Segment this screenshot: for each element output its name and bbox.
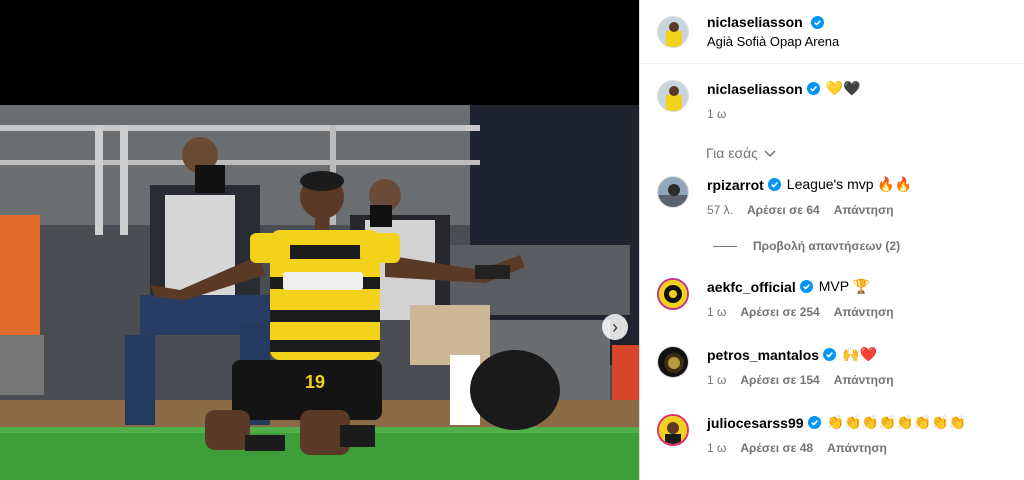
caption-author-username[interactable]: niclaseliasson: [707, 81, 803, 97]
view-replies-button[interactable]: Προβολή απαντήσεων (2): [713, 239, 900, 253]
commenter-avatar[interactable]: [657, 176, 689, 208]
post-header: niclaseliasson Agià Sofià Opap Arena: [640, 0, 1024, 64]
post-photo: 19: [0, 105, 639, 480]
comment-likes[interactable]: Αρέσει σε 154: [740, 373, 819, 387]
sort-label: Για εσάς: [706, 145, 758, 161]
svg-text:19: 19: [305, 372, 325, 392]
verified-badge-icon: [807, 416, 821, 429]
author-avatar[interactable]: [657, 15, 689, 48]
post-location[interactable]: Agià Sofià Opap Arena: [707, 34, 839, 49]
comment-time: 1 ω: [707, 373, 727, 387]
verified-badge-icon: [767, 178, 781, 191]
verified-badge-icon: [810, 16, 824, 29]
chevron-right-icon: ›: [612, 317, 618, 337]
caption-text: 💛🖤: [825, 80, 861, 96]
comment-time: 57 λ.: [707, 203, 734, 217]
comment-author[interactable]: rpizarrot: [707, 177, 764, 193]
comment-text: MVP 🏆: [818, 278, 871, 294]
comment-item: juliocesarss99 👏👏👏👏👏👏👏👏 1 ω Αρέσει σε 48…: [657, 414, 1014, 455]
comment-likes[interactable]: Αρέσει σε 48: [740, 441, 813, 455]
reply-button[interactable]: Απάντηση: [834, 305, 894, 319]
comment-item: petros_mantalos 🙌❤️ 1 ω Αρέσει σε 154 Απ…: [657, 346, 1014, 387]
verified-badge-icon: [823, 348, 837, 361]
divider-line: [713, 245, 737, 247]
reply-button[interactable]: Απάντηση: [834, 203, 894, 217]
comment-author[interactable]: petros_mantalos: [707, 347, 819, 363]
comment-likes[interactable]: Αρέσει σε 254: [740, 305, 819, 319]
comment-time: 1 ω: [707, 441, 727, 455]
comment-time: 1 ω: [707, 305, 727, 319]
chevron-down-icon: [764, 145, 776, 161]
reply-button[interactable]: Απάντηση: [834, 373, 894, 387]
comment-text: 👏👏👏👏👏👏👏👏: [826, 414, 966, 430]
comment-text: 🙌❤️: [842, 346, 877, 362]
comment-likes[interactable]: Αρέσει σε 64: [747, 203, 820, 217]
verified-badge-icon: [799, 280, 813, 293]
comment-author[interactable]: aekfc_official: [707, 279, 796, 295]
verified-badge-icon: [806, 82, 820, 95]
next-image-button[interactable]: ›: [602, 314, 628, 340]
comment-text: League's mvp 🔥🔥: [786, 176, 913, 192]
caption-author-avatar[interactable]: [657, 80, 689, 112]
post-author-username[interactable]: niclaseliasson: [707, 14, 803, 30]
view-replies-label: Προβολή απαντήσεων (2): [753, 239, 901, 253]
comment-item: rpizarrot League's mvp 🔥🔥 57 λ. Αρέσει σ…: [657, 176, 1014, 217]
football-celebration-image: 19: [0, 105, 639, 480]
commenter-avatar[interactable]: [657, 414, 689, 446]
comment-item: aekfc_official MVP 🏆 1 ω Αρέσει σε 254 Α…: [657, 278, 1014, 319]
reply-button[interactable]: Απάντηση: [827, 441, 887, 455]
comment-author[interactable]: juliocesarss99: [707, 415, 804, 431]
commenter-avatar[interactable]: [657, 346, 689, 378]
post-viewer: 19 › niclaseliasson Agià Sofià Opap Aren…: [0, 0, 1024, 480]
media-panel: 19 ›: [0, 0, 639, 480]
caption: niclaseliasson 💛🖤 1 ω: [657, 80, 1014, 121]
sort-dropdown[interactable]: Για εσάς: [706, 145, 776, 161]
commenter-avatar[interactable]: [657, 278, 689, 310]
caption-time: 1 ω: [707, 107, 727, 121]
comments-panel: niclaseliasson Agià Sofià Opap Arena nic…: [639, 0, 1024, 480]
